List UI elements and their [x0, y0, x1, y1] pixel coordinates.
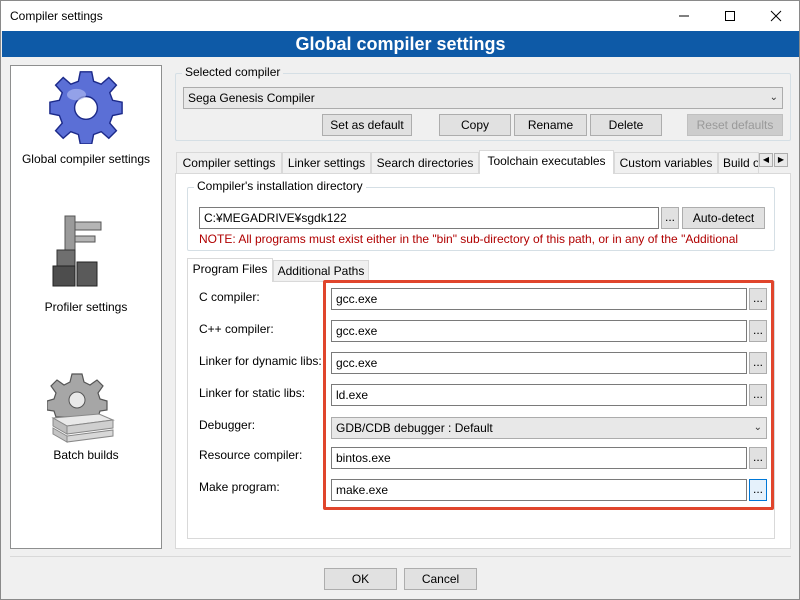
batch-builds-icon — [47, 373, 115, 443]
minimize-icon — [679, 15, 689, 17]
c-compiler-label: C compiler: — [199, 290, 260, 304]
sidebar-item-batch-builds[interactable]: Batch builds — [11, 366, 161, 476]
close-button[interactable] — [753, 1, 799, 31]
linker-static-label: Linker for static libs: — [199, 386, 306, 400]
program-subtabs: Program Files Additional Paths — [187, 258, 775, 282]
minimize-button[interactable] — [661, 1, 707, 31]
window-title: Compiler settings — [10, 9, 103, 23]
resource-compiler-label: Resource compiler: — [199, 448, 303, 462]
footer-divider — [10, 556, 791, 557]
compiler-settings-window: Compiler settings Global compiler settin… — [0, 0, 800, 600]
copy-button[interactable]: Copy — [439, 114, 511, 136]
auto-detect-button[interactable]: Auto-detect — [682, 207, 765, 229]
set-as-default-button[interactable]: Set as default — [322, 114, 412, 136]
close-icon — [770, 10, 782, 22]
title-bar[interactable]: Compiler settings — [1, 1, 799, 31]
reset-defaults-button[interactable]: Reset defaults — [687, 114, 783, 136]
maximize-icon — [725, 11, 735, 21]
cancel-button[interactable]: Cancel — [404, 568, 477, 590]
tab-compiler-settings[interactable]: Compiler settings — [176, 152, 282, 173]
compiler-select[interactable]: Sega Genesis Compiler ⌄ — [183, 87, 783, 109]
sidebar-item-label: Profiler settings — [44, 300, 128, 314]
sidebar-item-label: Global compiler settings — [21, 152, 151, 166]
tab-scroll-left-button[interactable]: ◀ — [759, 153, 773, 167]
selected-compiler-group-title: Selected compiler — [182, 65, 284, 79]
compiler-select-value: Sega Genesis Compiler — [188, 91, 315, 105]
tab-toolchain-executables[interactable]: Toolchain executables — [479, 150, 614, 174]
rename-button[interactable]: Rename — [514, 114, 587, 136]
profiler-icon — [52, 215, 102, 287]
tab-custom-variables[interactable]: Custom variables — [614, 152, 718, 173]
delete-button[interactable]: Delete — [590, 114, 662, 136]
linker-dynamic-label: Linker for dynamic libs: — [199, 354, 322, 368]
tab-scroll-right-button[interactable]: ▶ — [774, 153, 788, 167]
highlight-box — [323, 280, 774, 510]
page-banner: Global compiler settings — [2, 31, 799, 57]
maximize-button[interactable] — [707, 1, 753, 31]
sidebar: Global compiler settings Profiler settin… — [10, 65, 162, 549]
installation-directory-group-title: Compiler's installation directory — [194, 179, 366, 193]
installation-directory-note: NOTE: All programs must exist either in … — [199, 232, 739, 246]
settings-tabs: Compiler settings Linker settings Search… — [176, 150, 791, 174]
gear-icon — [49, 71, 123, 144]
debugger-label: Debugger: — [199, 418, 256, 432]
tab-program-files[interactable]: Program Files — [187, 258, 273, 282]
sidebar-item-label: Batch builds — [53, 448, 119, 462]
make-program-label: Make program: — [199, 480, 280, 494]
sidebar-item-profiler-settings[interactable]: Profiler settings — [11, 206, 161, 316]
sidebar-item-global-compiler-settings[interactable]: Global compiler settings — [11, 66, 161, 176]
installation-directory-input[interactable]: C:¥MEGADRIVE¥sgdk122 — [199, 207, 659, 229]
chevron-down-icon: ⌄ — [769, 92, 778, 103]
tab-additional-paths[interactable]: Additional Paths — [273, 260, 369, 281]
cpp-compiler-label: C++ compiler: — [199, 322, 274, 336]
tab-search-directories[interactable]: Search directories — [371, 152, 479, 173]
installation-directory-browse-button[interactable]: ... — [661, 207, 679, 229]
tab-linker-settings[interactable]: Linker settings — [282, 152, 371, 173]
ok-button[interactable]: OK — [324, 568, 397, 590]
tab-build-options[interactable]: Build options — [718, 152, 759, 173]
